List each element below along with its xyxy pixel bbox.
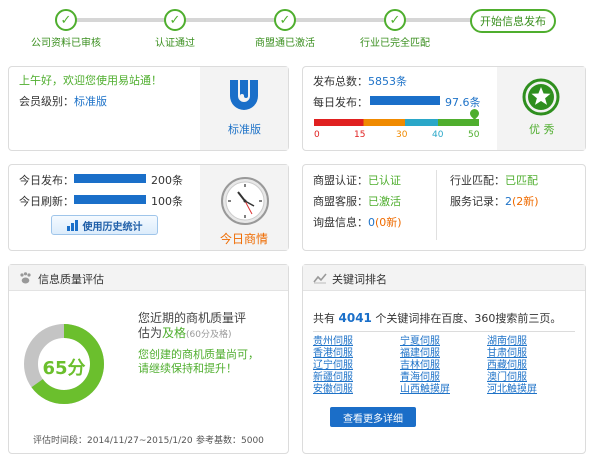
keyword-link[interactable]: 山西触摸屏 (400, 384, 487, 396)
total-value: 5853条 (368, 75, 407, 88)
step-label: 认证通过 (155, 38, 195, 49)
keyword-link[interactable]: 澳门伺服 (487, 372, 575, 384)
greeting-text: 上午好，欢迎您使用易站通！ (19, 74, 162, 87)
check-icon: ✓ (274, 9, 296, 31)
today-refresh-bar (74, 195, 146, 204)
keyword-link[interactable]: 贵州伺服 (313, 336, 400, 348)
today-publish-label: 今日发布： (19, 174, 74, 187)
check-icon: ✓ (384, 9, 406, 31)
clock-icon (220, 176, 270, 226)
keywords-title: 关键词排名 (332, 273, 387, 286)
step-label: 商盟通已激活 (255, 38, 315, 49)
scale-tick: 30 (396, 130, 408, 140)
clock-caption: 今日商情 (220, 232, 269, 246)
cs-value: 已激活 (368, 195, 401, 208)
quality-title: 信息质量评估 (38, 273, 104, 286)
keywords-divider (313, 331, 575, 332)
trend-icon (313, 272, 327, 284)
star-badge-icon (522, 78, 560, 116)
quality-desc-line2: 估为 (138, 326, 163, 340)
scale-tick: 15 (354, 130, 366, 140)
match-label: 行业匹配： (450, 174, 505, 187)
score-value: 65分 (42, 358, 86, 379)
standard-badge-icon (226, 78, 262, 114)
scale-tick: 0 (314, 130, 320, 140)
keyword-link[interactable]: 安徽伺服 (313, 384, 400, 396)
check-icon: ✓ (164, 9, 186, 31)
inquiry-label: 询盘信息： (313, 216, 368, 229)
bar-chart-icon (66, 219, 78, 231)
keyword-link[interactable]: 湖南伺服 (487, 336, 575, 348)
quality-period: 评估时间段：2014/11/27~2015/1/20 (33, 436, 193, 446)
today-publish-value: 200条 (151, 174, 183, 187)
badge-label: 标准版 (228, 123, 261, 136)
member-level-value[interactable]: 标准版 (74, 95, 107, 108)
today-refresh-label: 今日刷新： (19, 195, 74, 208)
cert-label: 商盟认证： (313, 174, 368, 187)
more-details-button[interactable]: 查看更多详细 (330, 407, 416, 427)
keyword-link[interactable]: 西藏伺服 (487, 360, 575, 372)
keywords-summary-post: 个关键词排在百度、360搜索前三页。 (375, 312, 562, 325)
quality-advice-line2: 请继续保持和提升！ (138, 362, 237, 375)
quality-grade-note: (60分及格) (186, 330, 232, 340)
quality-base: 参考基数：5000 (196, 436, 264, 446)
service-new-count[interactable]: (2新) (512, 195, 539, 208)
daily-value: 97.6条 (445, 96, 481, 109)
quality-grade: 及格 (162, 326, 187, 340)
cert-value: 已认证 (368, 174, 401, 187)
keywords-count: 4041 (338, 311, 372, 325)
keyword-link[interactable]: 宁夏伺服 (400, 336, 487, 348)
step-label: 公司资料已审核 (31, 38, 101, 49)
keyword-link[interactable]: 辽宁伺服 (313, 360, 400, 372)
keywords-summary-pre: 共有 (313, 312, 335, 325)
inquiry-value[interactable]: 0 (368, 216, 375, 229)
cs-label: 商盟客服： (313, 195, 368, 208)
daily-publish-bar (370, 96, 440, 105)
paw-icon (19, 272, 32, 284)
total-label: 发布总数： (313, 75, 368, 88)
today-refresh-value: 100条 (151, 195, 183, 208)
keyword-link[interactable]: 香港伺服 (313, 348, 400, 360)
service-label: 服务记录： (450, 195, 505, 208)
scale-tick: 40 (432, 130, 444, 140)
match-value: 已匹配 (505, 174, 538, 187)
rating-label: 优 秀 (529, 123, 555, 136)
today-publish-bar (74, 174, 146, 183)
keyword-link[interactable]: 青海伺服 (400, 372, 487, 384)
keyword-link[interactable]: 吉林伺服 (400, 360, 487, 372)
keyword-link[interactable]: 新疆伺服 (313, 372, 400, 384)
status-divider (436, 170, 437, 240)
history-button-label: 使用历史统计 (82, 221, 143, 233)
step-label: 行业已完全匹配 (360, 38, 430, 49)
daily-label: 每日发布： (313, 96, 368, 109)
step-current[interactable]: 开始信息发布 (470, 9, 556, 33)
history-stats-button[interactable]: 使用历史统计 (51, 215, 158, 235)
member-level-label: 会员级别： (19, 95, 74, 108)
scale-tick: 50 (468, 130, 480, 140)
service-value[interactable]: 2 (505, 195, 512, 208)
keyword-link[interactable]: 福建伺服 (400, 348, 487, 360)
check-icon: ✓ (55, 9, 77, 31)
score-scale-bar (314, 119, 479, 126)
inquiry-new-count[interactable]: (0新) (375, 216, 402, 229)
keyword-link[interactable]: 甘肃伺服 (487, 348, 575, 360)
keyword-link[interactable]: 河北触摸屏 (487, 384, 575, 396)
keyword-list: 贵州伺服 宁夏伺服 湖南伺服 香港伺服 福建伺服 甘肃伺服 辽宁伺服 吉林伺服 … (313, 336, 575, 396)
